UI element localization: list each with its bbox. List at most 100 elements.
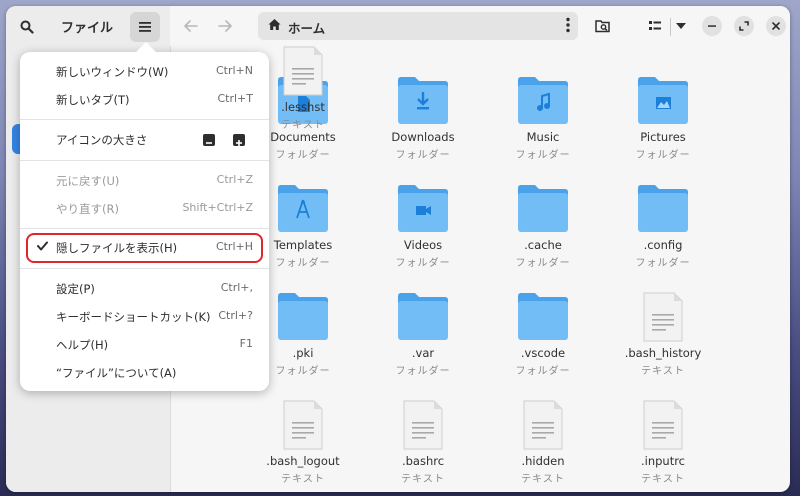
- hamburger-icon: [139, 22, 151, 32]
- divider: [670, 18, 671, 36]
- folder-icon: [636, 184, 690, 234]
- text-file-icon: [276, 46, 330, 96]
- folder-icon: [516, 184, 570, 234]
- folder-videos-icon: [396, 184, 450, 234]
- menu-separator: [20, 119, 269, 120]
- folder-pictures-icon: [636, 76, 690, 126]
- red-highlight-box: [26, 233, 263, 263]
- file-name: Pictures: [640, 130, 686, 144]
- menu-item-redo[interactable]: やり直す(R) Shift+Ctrl+Z: [20, 195, 269, 223]
- file-item[interactable]: Videos フォルダー: [368, 184, 478, 269]
- file-item[interactable]: .hidden テキスト: [488, 400, 598, 485]
- close-icon: [772, 22, 780, 30]
- file-item[interactable]: .inputrc テキスト: [608, 400, 718, 485]
- menu-item-label: やり直す(R): [56, 202, 119, 216]
- menu-item-preferences[interactable]: 設定(P) Ctrl+,: [20, 275, 269, 303]
- plus-icon: [236, 140, 242, 146]
- folder-search-icon: [595, 20, 610, 33]
- main-menu-button[interactable]: [130, 12, 160, 42]
- menu-item-label: “ファイル”について(A): [56, 366, 177, 380]
- folder-icon: [276, 292, 330, 342]
- menu-item-accel: F1: [239, 337, 253, 350]
- main-menu-popover: 新しいウィンドウ(W) Ctrl+N 新しいタブ(T) Ctrl+T アイコンの…: [20, 42, 269, 391]
- forward-button[interactable]: [212, 13, 238, 39]
- file-type: テキスト: [641, 366, 685, 377]
- file-type: テキスト: [401, 474, 445, 485]
- file-item[interactable]: Music フォルダー: [488, 76, 598, 161]
- menu-item-accel: Ctrl+N: [215, 64, 253, 77]
- file-item[interactable]: Pictures フォルダー: [608, 76, 718, 161]
- menu-item-about[interactable]: “ファイル”について(A): [20, 359, 269, 387]
- file-item[interactable]: .bashrc テキスト: [368, 400, 478, 485]
- file-type: テキスト: [641, 474, 685, 485]
- view-options-button[interactable]: [672, 13, 690, 39]
- menu-item-label: 新しいタブ(T): [56, 93, 130, 107]
- file-type: テキスト: [521, 474, 565, 485]
- folder-icon: [516, 292, 570, 342]
- file-name: .inputrc: [640, 454, 686, 468]
- menu-item-accel: Ctrl+,: [220, 281, 253, 294]
- maximize-button[interactable]: [734, 16, 754, 36]
- arrow-left-icon: [184, 20, 198, 32]
- text-file-icon: [636, 400, 690, 450]
- file-name: Music: [526, 130, 560, 144]
- home-icon: [268, 19, 281, 30]
- folder-music-icon: [516, 76, 570, 126]
- menu-item-keyboard-shortcuts[interactable]: キーボードショートカット(K) Ctrl+?: [20, 303, 269, 331]
- path-home-label[interactable]: ホーム: [288, 18, 325, 37]
- search-in-folder-button[interactable]: [590, 13, 616, 39]
- file-name: Downloads: [391, 130, 455, 144]
- file-item[interactable]: Downloads フォルダー: [368, 76, 478, 161]
- menu-item-label: 新しいウィンドウ(W): [56, 65, 169, 79]
- maximize-icon: [739, 21, 749, 31]
- chevron-down-icon: [676, 23, 686, 29]
- search-button[interactable]: [14, 14, 40, 40]
- menu-item-label: アイコンの大きさ: [56, 133, 148, 147]
- menu-item-label: キーボードショートカット(K): [56, 310, 211, 324]
- text-file-icon: [636, 292, 690, 342]
- more-vertical-icon[interactable]: [566, 17, 570, 33]
- minimize-button[interactable]: [702, 16, 722, 36]
- zoom-out-button[interactable]: [203, 134, 215, 146]
- header-bar: ホーム: [170, 6, 790, 46]
- menu-item-undo[interactable]: 元に戻す(U) Ctrl+Z: [20, 167, 269, 195]
- arrow-right-icon: [218, 20, 232, 32]
- file-item[interactable]: .bash_history テキスト: [608, 292, 718, 377]
- file-item[interactable]: .bash_logout テキスト: [248, 400, 358, 485]
- file-name: .hidden: [521, 454, 565, 468]
- text-file-icon: [516, 400, 570, 450]
- file-type: フォルダー: [395, 150, 451, 161]
- zoom-in-button[interactable]: [233, 134, 245, 146]
- search-icon: [20, 20, 34, 34]
- menu-item-new-tab[interactable]: 新しいタブ(T) Ctrl+T: [20, 86, 269, 114]
- minus-icon: [206, 142, 212, 144]
- file-type: フォルダー: [395, 366, 451, 377]
- file-type: フォルダー: [635, 150, 691, 161]
- menu-item-accel: Ctrl+Z: [216, 173, 253, 186]
- menu-item-accel: Ctrl+?: [218, 309, 253, 322]
- file-item[interactable]: .vscode フォルダー: [488, 292, 598, 377]
- back-button[interactable]: [178, 13, 204, 39]
- file-type: フォルダー: [515, 258, 571, 269]
- close-button[interactable]: [766, 16, 786, 36]
- file-type: フォルダー: [635, 258, 691, 269]
- file-name: .vscode: [520, 346, 566, 360]
- menu-item-label: 元に戻す(U): [56, 174, 120, 188]
- file-name: Videos: [403, 238, 443, 252]
- file-name: .cache: [524, 238, 562, 252]
- text-file-icon: [276, 400, 330, 450]
- text-file-icon: [396, 400, 450, 450]
- menu-separator: [20, 160, 269, 161]
- file-name: .bashrc: [401, 454, 445, 468]
- menu-item-new-window[interactable]: 新しいウィンドウ(W) Ctrl+N: [20, 58, 269, 86]
- file-name: .var: [411, 346, 435, 360]
- file-item[interactable]: .cache フォルダー: [488, 184, 598, 269]
- file-item[interactable]: .var フォルダー: [368, 292, 478, 377]
- menu-item-label: 設定(P): [56, 282, 95, 296]
- menu-item-help[interactable]: ヘルプ(H) F1: [20, 331, 269, 359]
- menu-separator: [20, 268, 269, 269]
- view-mode-button[interactable]: [642, 13, 668, 39]
- file-name: .bash_logout: [266, 454, 340, 468]
- path-bar[interactable]: ホーム: [258, 12, 578, 40]
- file-item[interactable]: .config フォルダー: [608, 184, 718, 269]
